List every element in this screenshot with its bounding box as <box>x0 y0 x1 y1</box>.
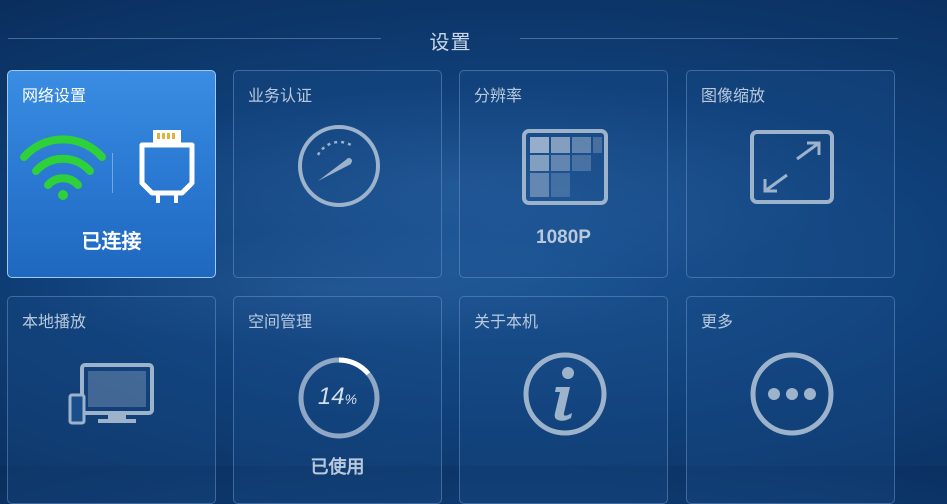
page-title: 设置 <box>429 30 472 54</box>
storage-percent-number: 14 <box>317 383 345 410</box>
tile-more-label: 更多 <box>701 312 734 331</box>
tile-service-auth[interactable]: 业务认证 <box>233 70 442 278</box>
tile-about-device-label: 关于本机 <box>474 312 539 331</box>
network-divider <box>112 153 113 193</box>
header-divider-left <box>8 38 381 39</box>
storage-percent-sign: % <box>344 391 358 407</box>
ethernet-port-icon <box>139 130 195 203</box>
wifi-icon <box>20 135 106 200</box>
tile-network-settings[interactable]: 网络设置 已连接 <box>7 70 216 278</box>
resolution-grid-icon <box>522 129 608 205</box>
header-divider-right <box>520 38 898 39</box>
tile-local-playback-label: 本地播放 <box>22 312 87 331</box>
speedometer-icon <box>298 125 380 207</box>
resolution-value: 1080P <box>536 227 591 248</box>
info-icon <box>523 352 607 436</box>
storage-percent: 14% <box>234 383 441 411</box>
tile-image-scaling-label: 图像缩放 <box>701 86 766 105</box>
tile-resolution-label: 分辨率 <box>474 86 523 105</box>
more-ellipsis-icon <box>750 352 834 436</box>
tile-image-scaling[interactable]: 图像缩放 <box>686 70 895 278</box>
tile-more[interactable]: 更多 <box>686 296 895 504</box>
scale-expand-icon <box>750 130 834 204</box>
monitor-phone-icon <box>68 363 154 425</box>
tile-storage-management[interactable]: 空间管理 14% 已使用 <box>233 296 442 504</box>
tile-about-device[interactable]: 关于本机 <box>459 296 668 504</box>
tile-service-auth-label: 业务认证 <box>248 86 313 105</box>
network-status: 已连接 <box>81 229 142 253</box>
tile-network-settings-label: 网络设置 <box>22 86 87 105</box>
tile-storage-management-label: 空间管理 <box>248 312 313 331</box>
tile-resolution[interactable]: 分辨率 1080P <box>459 70 668 278</box>
storage-status: 已使用 <box>310 457 365 478</box>
tile-local-playback[interactable]: 本地播放 <box>7 296 216 504</box>
